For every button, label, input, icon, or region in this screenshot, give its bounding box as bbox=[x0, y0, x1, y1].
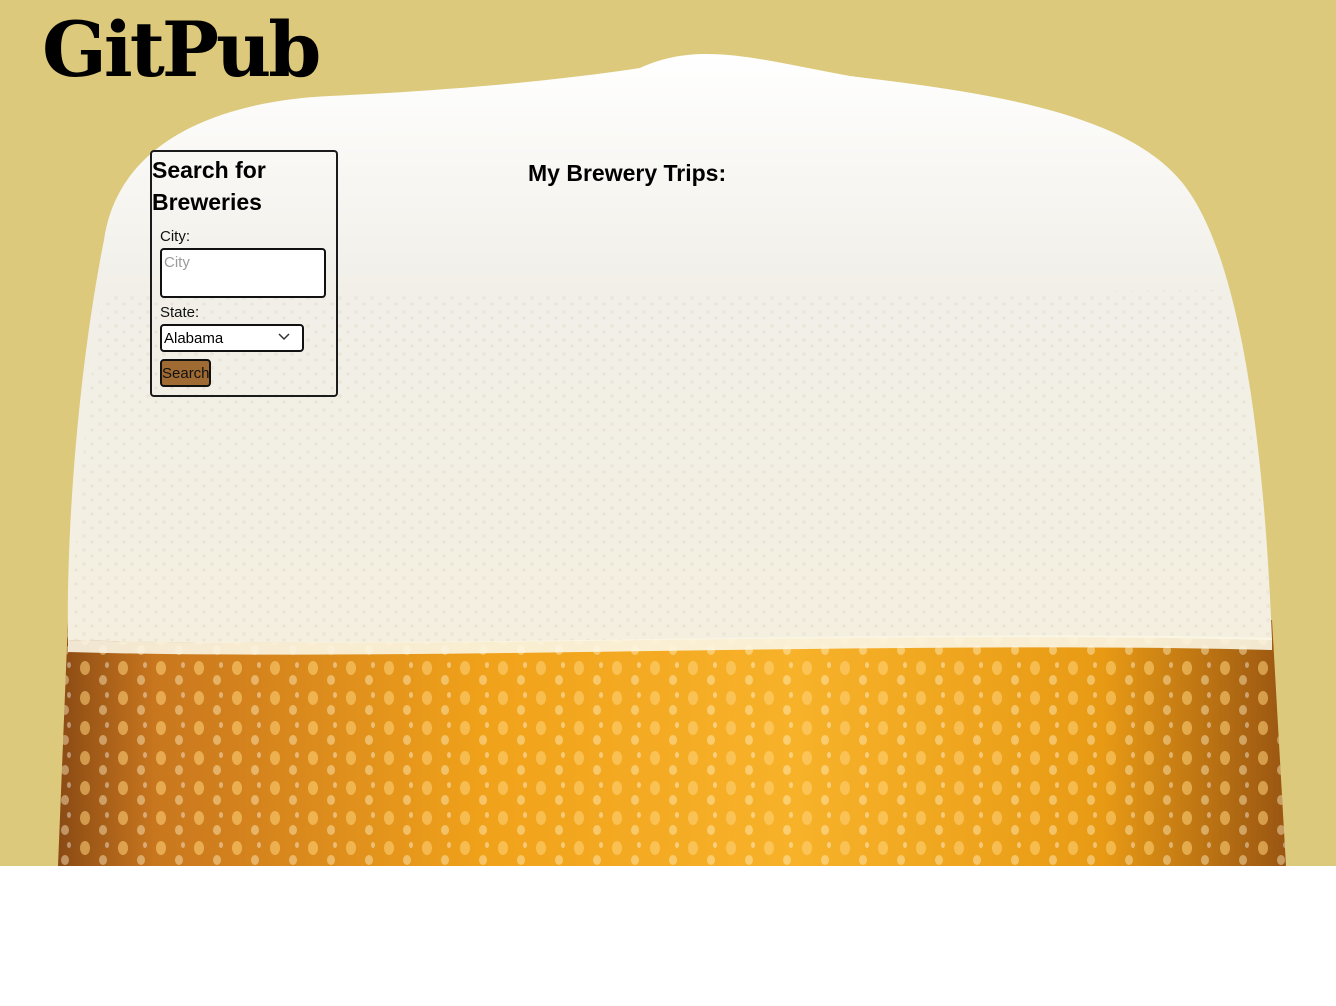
city-input[interactable] bbox=[160, 248, 326, 298]
city-label: City: bbox=[160, 228, 190, 245]
beer-glass-image bbox=[58, 53, 1286, 866]
search-heading: Search for Breweries bbox=[152, 157, 266, 215]
state-selected-value: Alabama bbox=[164, 330, 224, 347]
search-button[interactable]: Search bbox=[160, 359, 211, 387]
chevron-down-icon bbox=[278, 333, 290, 341]
hero-background: GitPub Search for Breweries City: State:… bbox=[0, 0, 1336, 866]
trips-heading: My Brewery Trips: bbox=[528, 160, 727, 186]
search-panel: Search for Breweries City: State: Alabam… bbox=[150, 150, 338, 397]
state-select[interactable]: Alabama bbox=[160, 324, 304, 352]
site-title: GitPub bbox=[42, 5, 321, 94]
state-label: State: bbox=[160, 304, 200, 321]
